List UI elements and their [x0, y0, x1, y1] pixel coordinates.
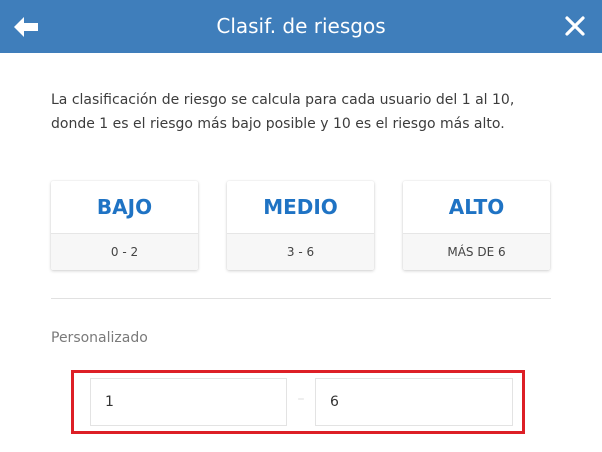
custom-range-label: Personalizado [51, 330, 148, 346]
risk-card-low: BAJO 0 - 2 [51, 181, 198, 270]
risk-card-range: MÁS DE 6 [403, 233, 550, 270]
close-icon [565, 16, 585, 36]
risk-card-label: BAJO [96, 195, 153, 219]
risk-card-medium: MEDIO 3 - 6 [227, 181, 374, 270]
risk-description: La clasificación de riesgo se calcula pa… [51, 92, 515, 132]
section-divider [51, 298, 551, 299]
page-title: Clasif. de riesgos [216, 14, 386, 38]
risk-card-range: 0 - 2 [51, 233, 198, 270]
risk-card-range: 3 - 6 [227, 233, 374, 270]
close-button[interactable] [564, 15, 586, 37]
header-bar: Clasif. de riesgos [0, 0, 602, 53]
custom-max-input[interactable] [315, 378, 513, 426]
custom-min-input[interactable] [90, 378, 287, 426]
risk-card-label: ALTO [448, 195, 505, 219]
risk-classification-screen: Clasif. de riesgos La clasificación de r… [0, 0, 602, 452]
range-separator: – [297, 391, 305, 407]
risk-card-label: MEDIO [263, 195, 338, 219]
risk-card-high: ALTO MÁS DE 6 [403, 181, 550, 270]
